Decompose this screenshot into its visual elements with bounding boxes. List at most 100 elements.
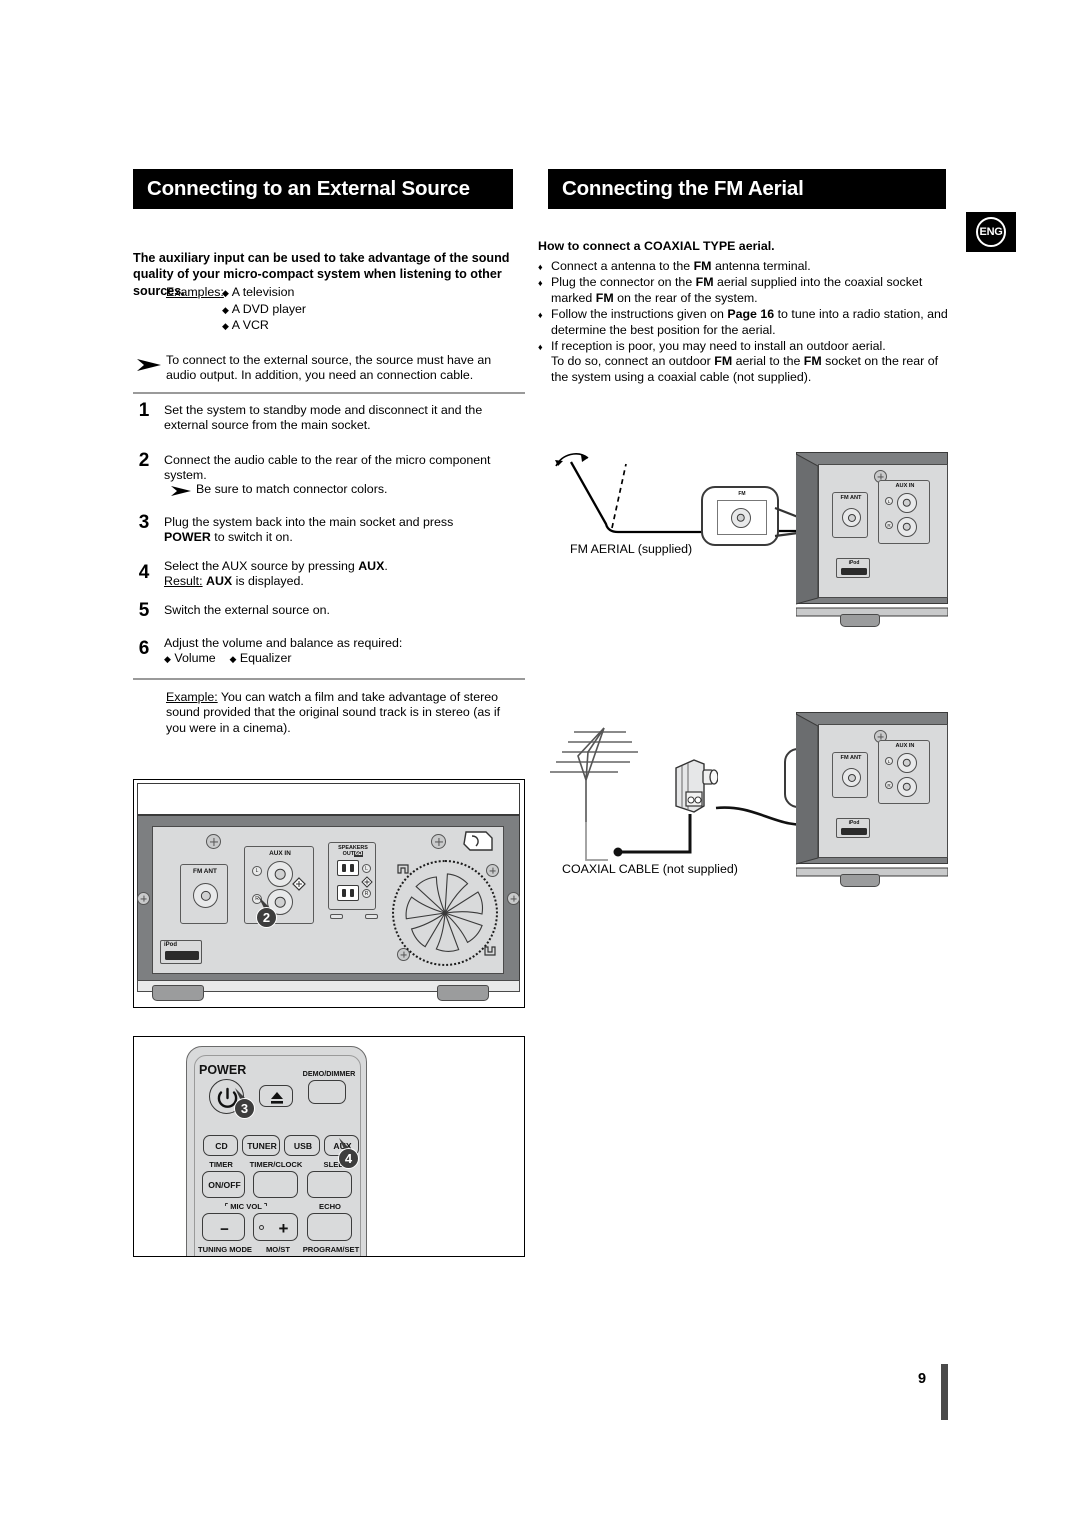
speaker-left-marker: L bbox=[362, 864, 371, 873]
aux-in-jack-box: AUX IN L R bbox=[878, 480, 930, 544]
unit-foot bbox=[840, 874, 880, 887]
channel-r-marker: R bbox=[885, 521, 893, 529]
polarity-icon bbox=[361, 876, 373, 888]
mo-st-label: MO/ST bbox=[265, 1245, 291, 1254]
eject-icon bbox=[271, 1092, 283, 1104]
fm-ant-connector bbox=[193, 883, 218, 908]
fm-ant-label: FM ANT bbox=[193, 868, 217, 875]
result-label: Result: bbox=[164, 574, 203, 589]
step-text-5: Switch the external source on. bbox=[164, 603, 330, 617]
list-item: ◆ A television bbox=[222, 285, 295, 299]
list-item: Plug the connector on the FM aerial supp… bbox=[538, 275, 948, 307]
figure-rear-panel: FM ANT AUX IN L R SPEAKERS OUT6Ω L R iPo… bbox=[133, 779, 525, 1008]
cooling-fan bbox=[392, 860, 498, 966]
screw-icon bbox=[137, 892, 150, 905]
eject-button[interactable] bbox=[259, 1085, 293, 1107]
echo-button[interactable] bbox=[307, 1213, 352, 1241]
aux-in-right-connector bbox=[897, 777, 917, 797]
echo-label: ECHO bbox=[319, 1202, 341, 1211]
vent-slot bbox=[330, 914, 343, 919]
figure-remote-control: POWER DEMO/DIMMER CD TUNER USB AUX TIMER… bbox=[133, 1036, 525, 1257]
timer-on-off-button[interactable]: ON/OFF bbox=[202, 1171, 245, 1198]
sleep-button[interactable] bbox=[307, 1171, 352, 1198]
unit-foot bbox=[437, 985, 489, 1001]
timer-clock-label: TIMER/CLOCK bbox=[249, 1160, 303, 1169]
fm-ant-jack-box: FM ANT bbox=[832, 492, 868, 538]
channel-l-marker: L bbox=[252, 866, 262, 876]
speaker-terminal-right bbox=[337, 885, 359, 901]
mic-vol-down-button[interactable]: − bbox=[202, 1213, 245, 1241]
step-number-2: 2 bbox=[138, 450, 150, 471]
eng-circle-icon: ENG bbox=[976, 217, 1006, 247]
bracket-icon bbox=[397, 864, 409, 874]
step-text-3: Plug the system back into the main socke… bbox=[164, 515, 454, 545]
fm-ant-jack-box: FM ANT bbox=[832, 752, 868, 798]
figure-coaxial-cable: COAXIAL CABLE (not supplied) FM FM ANT bbox=[548, 700, 948, 890]
fm-instructions-list: Connect a antenna to the FM antenna term… bbox=[538, 259, 948, 386]
aux-in-label: AUX IN bbox=[269, 850, 291, 857]
mic-vol-up-button[interactable]: + bbox=[253, 1213, 298, 1241]
speaker-right-marker: R bbox=[362, 889, 371, 898]
channel-l-marker: L bbox=[885, 497, 893, 505]
step-number-1: 1 bbox=[138, 400, 150, 421]
rear-panel-unit-coax: FM ANT AUX IN L R iPod bbox=[796, 708, 948, 888]
section-header-external-source-text: Connecting to an External Source bbox=[147, 177, 470, 200]
demo-dimmer-button[interactable] bbox=[308, 1080, 346, 1104]
note-arrow-icon bbox=[137, 359, 161, 371]
step-number-4: 4 bbox=[138, 562, 150, 583]
section-header-fm-aerial-text: Connecting the FM Aerial bbox=[562, 177, 804, 200]
speakers-out-jack-box: SPEAKERS OUT6Ω L R bbox=[328, 842, 376, 910]
section-header-external-source: Connecting to an External Source bbox=[133, 169, 513, 209]
fm-socket-zoom-callout: FM bbox=[701, 486, 779, 546]
speakers-label-line2: OUT6Ω bbox=[342, 851, 364, 857]
examples-label: Examples: bbox=[166, 285, 224, 299]
note-arrow-icon bbox=[171, 486, 191, 496]
mo-st-button[interactable] bbox=[253, 1256, 298, 1257]
step-text-1: Set the system to standby mode and disco… bbox=[164, 403, 483, 433]
aux-in-left-connector bbox=[897, 753, 917, 773]
program-set-button[interactable] bbox=[307, 1256, 352, 1257]
step-number-3: 3 bbox=[138, 512, 150, 533]
unit-foot bbox=[152, 985, 204, 1001]
divider bbox=[133, 392, 525, 394]
cd-button[interactable]: CD bbox=[203, 1135, 238, 1156]
rear-panel-full: FM ANT AUX IN L R SPEAKERS OUT6Ω L R iPo… bbox=[134, 780, 523, 1006]
ipod-label: iPod bbox=[164, 942, 177, 948]
power-keyword: POWER bbox=[164, 530, 211, 545]
tuner-button[interactable]: TUNER bbox=[242, 1135, 280, 1156]
callout-bubble-2: 2 bbox=[256, 907, 277, 928]
aux-in-left-connector bbox=[267, 861, 293, 887]
aux-in-right-connector bbox=[897, 517, 917, 537]
step-number-6: 6 bbox=[138, 638, 150, 659]
screw-icon bbox=[431, 834, 446, 849]
page-number: 9 bbox=[918, 1371, 927, 1387]
tuning-mode-label: TUNING MODE bbox=[198, 1245, 252, 1254]
rear-panel-unit-fm: FM ANT AUX IN L R iPod bbox=[796, 448, 948, 628]
ipod-port: iPod bbox=[160, 940, 202, 964]
figure-fm-aerial-supplied: FM AERIAL (supplied) FM FM ANT AUX IN L … bbox=[548, 440, 948, 630]
fm-aerial-figure-label: FM AERIAL (supplied) bbox=[570, 542, 693, 556]
tuning-mode-button[interactable] bbox=[202, 1256, 245, 1257]
coaxial-plug bbox=[670, 756, 719, 818]
examples-list: ◆ A television ◆ A DVD player ◆ A VCR bbox=[222, 285, 306, 335]
bracket-icon bbox=[484, 946, 496, 956]
callout-bubble-3: 3 bbox=[234, 1098, 255, 1119]
power-label: POWER bbox=[199, 1063, 247, 1077]
list-item: If reception is poor, you may need to in… bbox=[538, 339, 948, 387]
example-block: Example: You can watch a film and take a… bbox=[166, 690, 516, 736]
timer-clock-button[interactable] bbox=[253, 1171, 298, 1198]
zoom-fm-label: FM bbox=[738, 491, 746, 497]
example-label: Example: bbox=[166, 690, 218, 704]
list-item: ◆ A DVD player bbox=[222, 301, 307, 316]
section-header-fm-aerial: Connecting the FM Aerial bbox=[548, 169, 946, 209]
aux-in-left-connector bbox=[897, 493, 917, 513]
note-connect-text: To connect to the external source, the s… bbox=[166, 353, 492, 383]
ipod-port: iPod bbox=[836, 558, 870, 578]
step-number-5: 5 bbox=[138, 600, 150, 621]
step-text-6: Adjust the volume and balance as require… bbox=[164, 636, 403, 666]
aux-in-jack-box: AUX IN L R bbox=[878, 740, 930, 804]
list-item: Follow the instructions given on Page 16… bbox=[538, 307, 948, 339]
program-set-label: PROGRAM/SET bbox=[302, 1245, 360, 1254]
vent-slot bbox=[365, 914, 378, 919]
usb-button[interactable]: USB bbox=[284, 1135, 320, 1156]
